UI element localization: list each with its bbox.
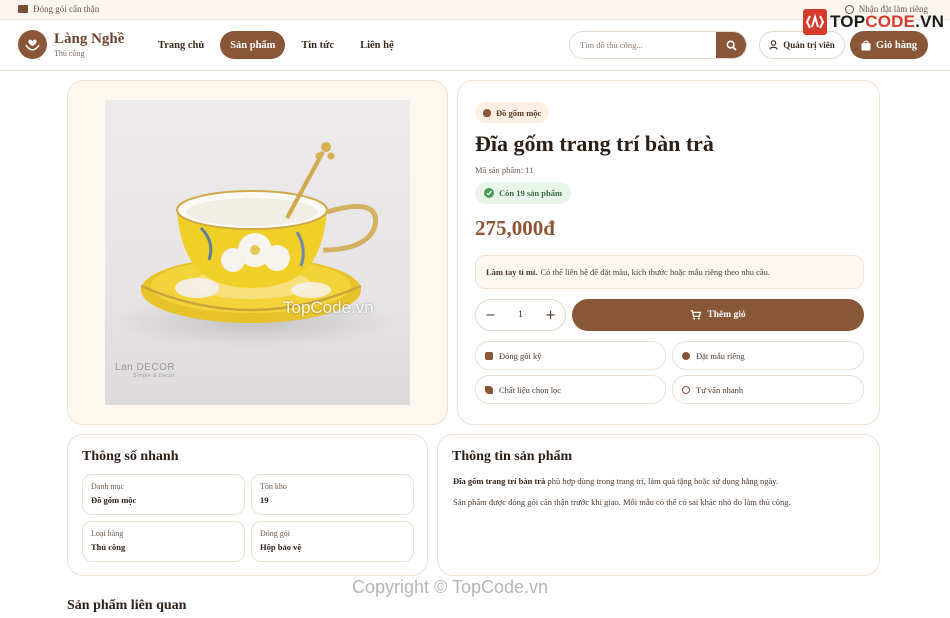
nav-home[interactable]: Trang chủ [148,31,214,59]
related-products-title: Sản phẩm liên quan [67,598,187,613]
brand-text: Làng Nghề Thủ công [54,30,125,58]
topbar-left: Đóng gói cẩn thận [18,4,99,14]
brand-name: Làng Nghề [54,30,125,47]
feature-label: Chất liệu chọn lọc [499,384,562,395]
teacup-illustration [113,142,393,348]
spec-type: Loại hàng Thủ công [82,521,245,562]
note-text: Có thể liên hệ để đặt màu, kích thước ho… [540,267,771,277]
photo-watermark: TopCode.vn [283,298,374,317]
topbar-packing-text: Đóng gói cẩn thận [33,4,100,14]
leaf-icon [485,385,493,394]
topcode-logo-icon [803,9,827,35]
category-label: Đồ gốm mộc [496,107,542,118]
search-icon [725,39,737,51]
spec-value: Thủ công [91,542,126,552]
search-bar [569,31,747,59]
product-title: Đĩa gốm trang trí bàn trà [475,131,714,156]
box-icon [18,5,28,13]
logo-accent: CODE [865,12,916,31]
cart-icon [690,310,702,320]
pottery-icon [483,108,491,117]
product-info-panel: Đồ gốm mộc Đĩa gốm trang trí bàn trà Mã … [457,80,880,425]
spec-packaging: Đóng gói Hộp bảo vệ [251,521,414,562]
user-icon [769,40,778,50]
feature-label: Tư vấn nhanh [696,384,744,395]
spec-value: Hộp bảo vệ [260,542,302,552]
quantity-value[interactable]: 1 [518,310,523,320]
increase-button[interactable]: + [545,308,556,323]
nav-contact[interactable]: Liên hệ [350,31,404,59]
stock-label: Còn 19 sản phẩm [499,188,563,198]
spec-label: Danh mục [91,482,125,491]
check-circle-icon [484,188,494,198]
box-icon [485,351,493,360]
feature-support[interactable]: Tư vấn nhanh [672,375,864,404]
specs-title: Thông số nhanh [82,449,179,464]
feature-label: Đặt mẫu riêng [696,350,745,361]
search-input[interactable] [570,32,716,58]
spec-value: Đồ gốm mộc [91,495,137,505]
spec-stock: Tồn kho 19 [251,474,414,515]
feature-custom[interactable]: Đặt mẫu riêng [672,341,864,370]
spec-label: Tồn kho [260,482,287,491]
photo-brand-name: Lan DECOR [115,362,176,373]
cart-button[interactable]: Giỏ hàng [850,31,928,59]
spec-value: 19 [260,495,269,505]
hands-heart-icon [18,30,47,59]
handmade-note: Làm tay tỉ mỉ. Có thể liên hệ để đặt màu… [475,255,864,289]
admin-label: Quản trị viên [783,40,835,50]
details-title: Thông tin sản phẩm [452,449,573,464]
search-button[interactable] [716,32,746,58]
spec-label: Đóng gói [260,529,290,538]
spec-label: Loại hàng [91,529,124,538]
details-paragraph-2: Sản phẩm được đóng gói cẩn thận trước kh… [453,497,791,507]
nav-news[interactable]: Tin tức [291,31,344,59]
add-to-cart-label: Thêm giỏ [707,310,746,320]
feature-packing[interactable]: Đóng gói kỹ [475,341,666,370]
cart-label: Giỏ hàng [875,39,918,51]
feature-materials[interactable]: Chất liệu chọn lọc [475,375,666,404]
stock-badge: Còn 19 sản phẩm [475,182,572,204]
decrease-button[interactable]: − [485,308,496,323]
main-nav: Trang chủ Sản phẩm Tin tức Liên hệ [148,31,404,59]
headset-icon [682,385,690,394]
photo-brand-sub: Simple & Decor [133,373,175,379]
nav-products[interactable]: Sản phẩm [220,31,286,59]
quantity-stepper: − 1 + [475,299,566,331]
product-details-card: Thông tin sản phẩm Đĩa gốm trang trí bàn… [437,434,880,576]
feature-label: Đóng gói kỹ [499,350,542,361]
product-sku: Mã sản phẩm: 11 [475,165,534,175]
topcode-watermark-logo: TOPCODE.VN [803,9,944,35]
shopping-bag-icon [861,40,871,50]
product-gallery: Lan DECOR Simple & Decor [67,80,448,425]
brand-subtitle: Thủ công [54,48,85,58]
details-p1-text: phù hợp dùng trong trang trí, làm quà tặ… [547,476,779,486]
details-paragraph-1: Đĩa gốm trang trí bàn trà phù hợp dùng t… [453,476,868,486]
logo-prefix: TOP [830,12,866,31]
product-photo[interactable]: Lan DECOR Simple & Decor [105,100,410,405]
category-badge[interactable]: Đồ gốm mộc [475,102,550,123]
logo-suffix: .VN [915,12,945,31]
admin-button[interactable]: Quản trị viên [759,31,845,59]
palette-icon [682,351,690,360]
details-product-name: Đĩa gốm trang trí bàn trà [453,476,546,486]
photo-brand-mark: Lan DECOR Simple & Decor [115,362,175,379]
note-bold: Làm tay tỉ mỉ. [486,267,538,277]
product-price: 275,000đ [475,216,555,240]
spec-category: Danh mục Đồ gốm mộc [82,474,245,515]
quick-specs-card: Thông số nhanh Danh mục Đồ gốm mộc Tồn k… [67,434,428,576]
copyright-watermark: Copyright © TopCode.vn [352,577,549,597]
topcode-logo-text: TOPCODE.VN [830,12,944,32]
add-to-cart-button[interactable]: Thêm giỏ [572,299,864,331]
brand-logo[interactable]: Làng Nghề Thủ công [18,30,124,59]
